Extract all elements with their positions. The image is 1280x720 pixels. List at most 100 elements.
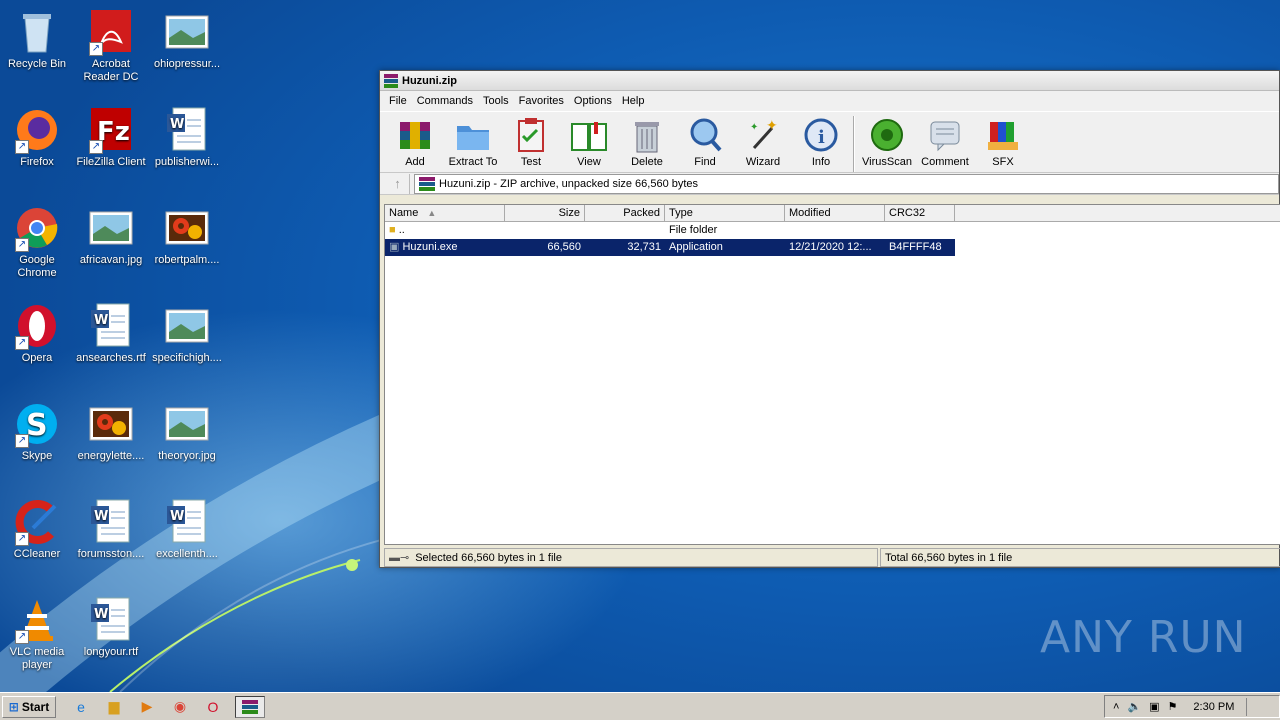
file-list[interactable]: Name ▲ Size Packed Type Modified CRC32 ■… <box>384 204 1280 545</box>
column-header: Name ▲ Size Packed Type Modified CRC32 <box>385 205 1280 222</box>
shortcut-arrow-icon: ↗ <box>15 532 29 546</box>
sfx-books-icon <box>984 116 1022 154</box>
title-bar[interactable]: Huzuni.zip <box>380 71 1279 91</box>
folder-icon: ■ <box>389 224 396 236</box>
desktop-icon-africavan[interactable]: africavan.jpg <box>74 204 148 267</box>
test-button[interactable]: Test <box>502 116 560 168</box>
opera-icon[interactable]: O <box>202 696 224 718</box>
view-button[interactable]: View <box>560 116 618 168</box>
desktop-icon-opera[interactable]: ↗ Opera <box>0 302 74 365</box>
flag-icon[interactable]: ⚑ <box>1168 700 1178 713</box>
list-item-selected[interactable]: ▣ Huzuni.exe 66,560 32,731 Application 1… <box>385 239 955 256</box>
column-packed[interactable]: Packed <box>585 205 665 222</box>
desktop-icon-filezilla[interactable]: Fz ↗ FileZilla Client <box>74 106 148 169</box>
column-crc32[interactable]: CRC32 <box>885 205 955 222</box>
shortcut-arrow-icon: ↗ <box>15 630 29 644</box>
start-button[interactable]: ⊞ Start <box>2 695 56 718</box>
delete-button[interactable]: Delete <box>618 116 676 168</box>
path-field[interactable]: Huzuni.zip - ZIP archive, unpacked size … <box>414 173 1279 194</box>
column-size[interactable]: Size <box>505 205 585 222</box>
trash-can-icon <box>628 116 666 154</box>
vlc-icon: ↗ <box>13 596 61 644</box>
menu-help[interactable]: Help <box>617 95 650 107</box>
taskbar: ⊞ Start e ▆ ▶ ◉ O ˄ 🔈 ▣ ⚑ 2:30 PM <box>0 692 1280 720</box>
desktop-icon-specifichigh[interactable]: specifichigh.... <box>150 302 224 365</box>
desktop-icon-recycle-bin[interactable]: Recycle Bin <box>0 8 74 71</box>
desktop-icon-publisherwi[interactable]: W publisherwi... <box>150 106 224 169</box>
desktop-icon-chrome[interactable]: ↗ Google Chrome <box>0 204 74 280</box>
menu-commands[interactable]: Commands <box>412 95 478 107</box>
menu-file[interactable]: File <box>384 95 412 107</box>
svg-text:W: W <box>94 509 108 524</box>
wizard-button[interactable]: ✦ ✦ Wizard <box>734 116 792 168</box>
toolbar: Add Extract To Test View Delete Find ✦ ✦ … <box>380 111 1279 173</box>
sfx-button[interactable]: SFX <box>974 116 1032 168</box>
clock[interactable]: 2:30 PM <box>1193 701 1234 713</box>
desktop-icon-skype[interactable]: S ↗ Skype <box>0 400 74 463</box>
desktop-icon-ansearches[interactable]: W ansearches.rtf <box>74 302 148 365</box>
svg-text:✦: ✦ <box>766 117 778 133</box>
winrar-icon <box>384 73 398 88</box>
extract-folder-icon <box>454 116 492 154</box>
desktop-icon-longyour[interactable]: W longyour.rtf <box>74 596 148 659</box>
info-button[interactable]: i Info <box>792 116 850 168</box>
desktop-icon-forumsston[interactable]: W forumsston.... <box>74 498 148 561</box>
recycle-bin-icon <box>13 8 61 56</box>
list-item[interactable]: ■ .. File folder <box>385 222 1280 239</box>
column-modified[interactable]: Modified <box>785 205 885 222</box>
winrar-window[interactable]: Huzuni.zip File Commands Tools Favorites… <box>379 70 1280 568</box>
image-file-icon <box>163 400 211 448</box>
comment-button[interactable]: Comment <box>916 116 974 168</box>
path-bar: ↑ Huzuni.zip - ZIP archive, unpacked siz… <box>380 173 1279 195</box>
add-button[interactable]: Add <box>386 116 444 168</box>
svg-text:W: W <box>94 313 108 328</box>
menu-favorites[interactable]: Favorites <box>514 95 569 107</box>
desktop-icon-robertpalm[interactable]: robertpalm.... <box>150 204 224 267</box>
desktop-icon-firefox[interactable]: ↗ Firefox <box>0 106 74 169</box>
desktop-icon-ohiopressur[interactable]: ohiopressur... <box>150 8 224 71</box>
ie-icon[interactable]: e <box>70 696 92 718</box>
test-clipboard-icon <box>512 116 550 154</box>
desktop-icon-theoryor[interactable]: theoryor.jpg <box>150 400 224 463</box>
volume-icon[interactable]: 🔈 <box>1127 700 1141 713</box>
list-body: ■ .. File folder ▣ Huzuni.exe 66,560 32,… <box>385 222 1280 256</box>
explorer-icon[interactable]: ▆ <box>103 696 125 718</box>
svg-text:i: i <box>818 127 825 148</box>
winrar-icon[interactable] <box>235 695 265 718</box>
up-arrow-icon[interactable]: ↑ <box>386 173 410 194</box>
image-flowers-icon <box>163 204 211 252</box>
virusscan-button[interactable]: VirusScan <box>858 116 916 168</box>
chrome-icon[interactable]: ◉ <box>169 696 191 718</box>
desktop-icon-energylette[interactable]: energylette.... <box>74 400 148 463</box>
view-book-icon <box>570 116 608 154</box>
network-icon[interactable]: ▣ <box>1149 700 1159 713</box>
desktop-icon-ccleaner[interactable]: ↗ CCleaner <box>0 498 74 561</box>
image-file-icon <box>163 8 211 56</box>
column-type[interactable]: Type <box>665 205 785 222</box>
info-icon: i <box>802 116 840 154</box>
chevron-up-icon[interactable]: ˄ <box>1113 701 1119 713</box>
word-doc-icon: W <box>163 106 211 154</box>
media-player-icon[interactable]: ▶ <box>136 696 158 718</box>
chrome-icon: ↗ <box>13 204 61 252</box>
extract-to-button[interactable]: Extract To <box>444 116 502 168</box>
winrar-icon <box>419 176 435 191</box>
desktop-icon-acrobat[interactable]: ↗ Acrobat Reader DC <box>74 8 148 84</box>
menu-options[interactable]: Options <box>569 95 617 107</box>
status-total: Total 66,560 bytes in 1 file <box>880 548 1280 567</box>
firefox-icon: ↗ <box>13 106 61 154</box>
window-title: Huzuni.zip <box>402 74 457 87</box>
wizard-wand-icon: ✦ ✦ <box>744 116 782 154</box>
desktop-icon-vlc[interactable]: ↗ VLC media player <box>0 596 74 672</box>
menu-tools[interactable]: Tools <box>478 95 514 107</box>
find-button[interactable]: Find <box>676 116 734 168</box>
column-name[interactable]: Name ▲ <box>385 205 505 222</box>
filezilla-icon: Fz ↗ <box>87 106 135 154</box>
opera-icon: ↗ <box>13 302 61 350</box>
sort-ascending-icon: ▲ <box>427 208 437 218</box>
shortcut-arrow-icon: ↗ <box>15 238 29 252</box>
status-selected: Selected 66,560 bytes in 1 file <box>415 551 562 564</box>
desktop-icon-excellenth[interactable]: W excellenth.... <box>150 498 224 561</box>
show-desktop-button[interactable] <box>1246 697 1258 716</box>
drive-key-icon: ▬⊸ <box>389 552 410 564</box>
